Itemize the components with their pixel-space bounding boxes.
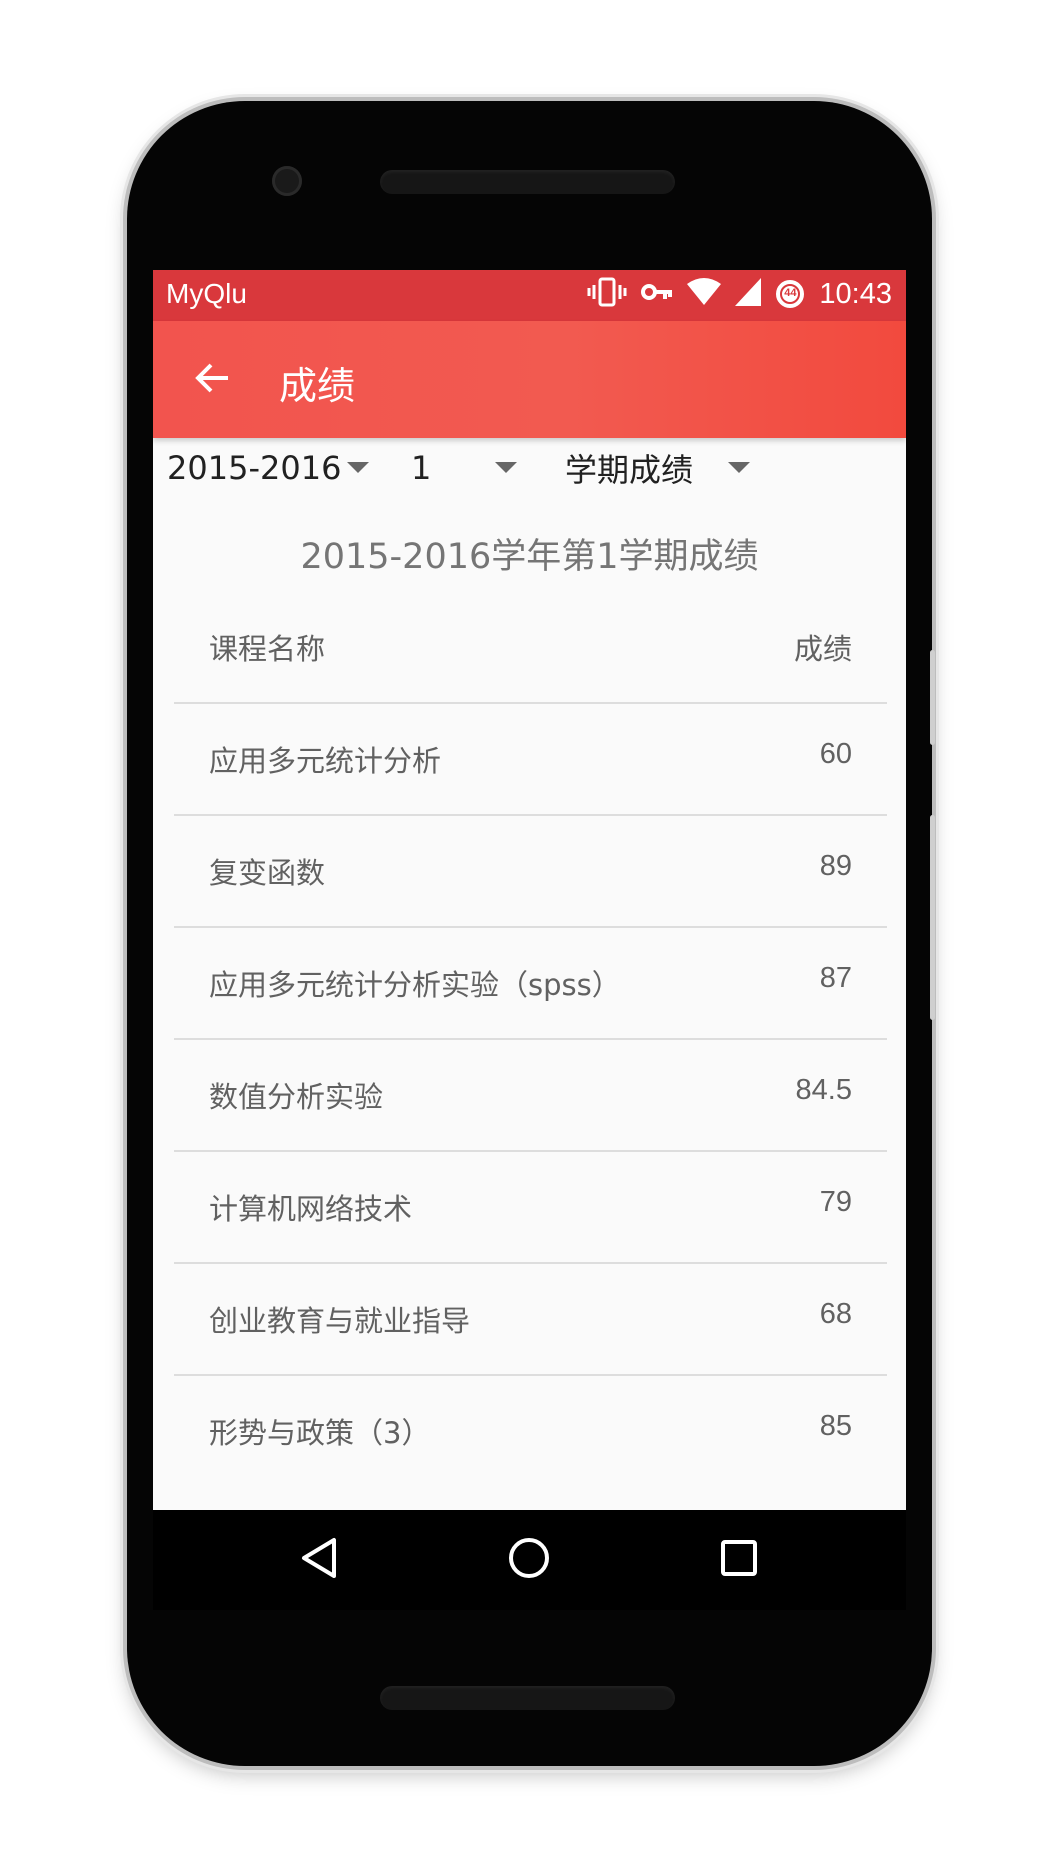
course-score: 85 [819,1410,852,1442]
course-name: 形势与政策（3） [209,1416,431,1450]
table-row: 应用多元统计分析实验（spss） 87 [174,928,887,1040]
year-spinner[interactable]: 2015-2016 [167,438,397,498]
nav-home-button[interactable] [501,1532,557,1588]
grade-table: 课程名称 成绩 应用多元统计分析 60 复变函数 89 应用多元统计分析实验（s… [174,592,887,1488]
course-score: 60 [819,738,852,770]
navigation-bar [153,1510,906,1610]
wifi-icon [687,278,722,310]
dropdown-arrow-icon [347,462,369,473]
screen: MyQlu 44 10:43 成绩 2015-2016 1 学期成绩 2015-… [153,270,906,1510]
course-name: 应用多元统计分析实验（spss） [209,968,621,1002]
back-triangle-icon [300,1536,340,1584]
page-title: 成绩 [279,364,356,408]
table-row: 计算机网络技术 79 [174,1152,887,1264]
course-name: 计算机网络技术 [209,1192,413,1226]
battery-level: 44 [784,287,797,299]
arrow-left-icon [195,363,229,397]
course-name: 数值分析实验 [209,1080,384,1114]
key-icon [641,277,673,311]
home-circle-icon [507,1536,551,1584]
nav-back-button[interactable] [292,1532,348,1588]
table-row: 形势与政策（3） 85 [174,1376,887,1488]
table-row: 复变函数 89 [174,816,887,928]
status-bar: MyQlu 44 10:43 [153,270,906,321]
nav-recents-button[interactable] [711,1532,767,1588]
app-bar: 成绩 [153,321,906,438]
signal-icon [735,278,762,310]
course-score: 84.5 [795,1074,852,1106]
type-spinner[interactable]: 学期成绩 [565,438,765,498]
course-score: 79 [819,1186,852,1218]
term-spinner[interactable]: 1 [411,438,531,498]
header-score: 成绩 [793,632,852,666]
course-name: 应用多元统计分析 [209,744,442,778]
term-spinner-value: 1 [411,449,432,487]
course-name: 复变函数 [209,856,326,890]
recents-square-icon [719,1538,759,1582]
back-button[interactable] [187,355,237,405]
status-icons: 44 10:43 [587,277,892,311]
bottom-speaker [380,1686,675,1710]
power-button [930,815,935,1020]
dropdown-arrow-icon [728,462,750,473]
volume-button [930,650,935,745]
top-speaker [380,170,675,194]
status-app-name: MyQlu [166,278,247,309]
type-spinner-value: 学期成绩 [565,451,694,489]
course-name: 创业教育与就业指导 [209,1304,471,1338]
status-time: 10:43 [819,277,892,310]
table-row: 创业教育与就业指导 68 [174,1264,887,1376]
year-spinner-value: 2015-2016 [167,449,342,487]
course-score: 89 [819,850,852,882]
dropdown-arrow-icon [495,462,517,473]
vibrate-icon [587,277,627,311]
filter-bar: 2015-2016 1 学期成绩 [153,438,906,498]
table-header: 课程名称 成绩 [174,592,887,704]
header-course: 课程名称 [209,632,326,666]
battery-saver-icon: 44 [775,279,805,309]
table-row: 应用多元统计分析 60 [174,704,887,816]
table-row: 数值分析实验 84.5 [174,1040,887,1152]
course-score: 87 [819,962,852,994]
course-score: 68 [819,1298,852,1330]
term-title: 2015-2016学年第1学期成绩 [300,537,759,577]
front-camera [272,166,302,196]
